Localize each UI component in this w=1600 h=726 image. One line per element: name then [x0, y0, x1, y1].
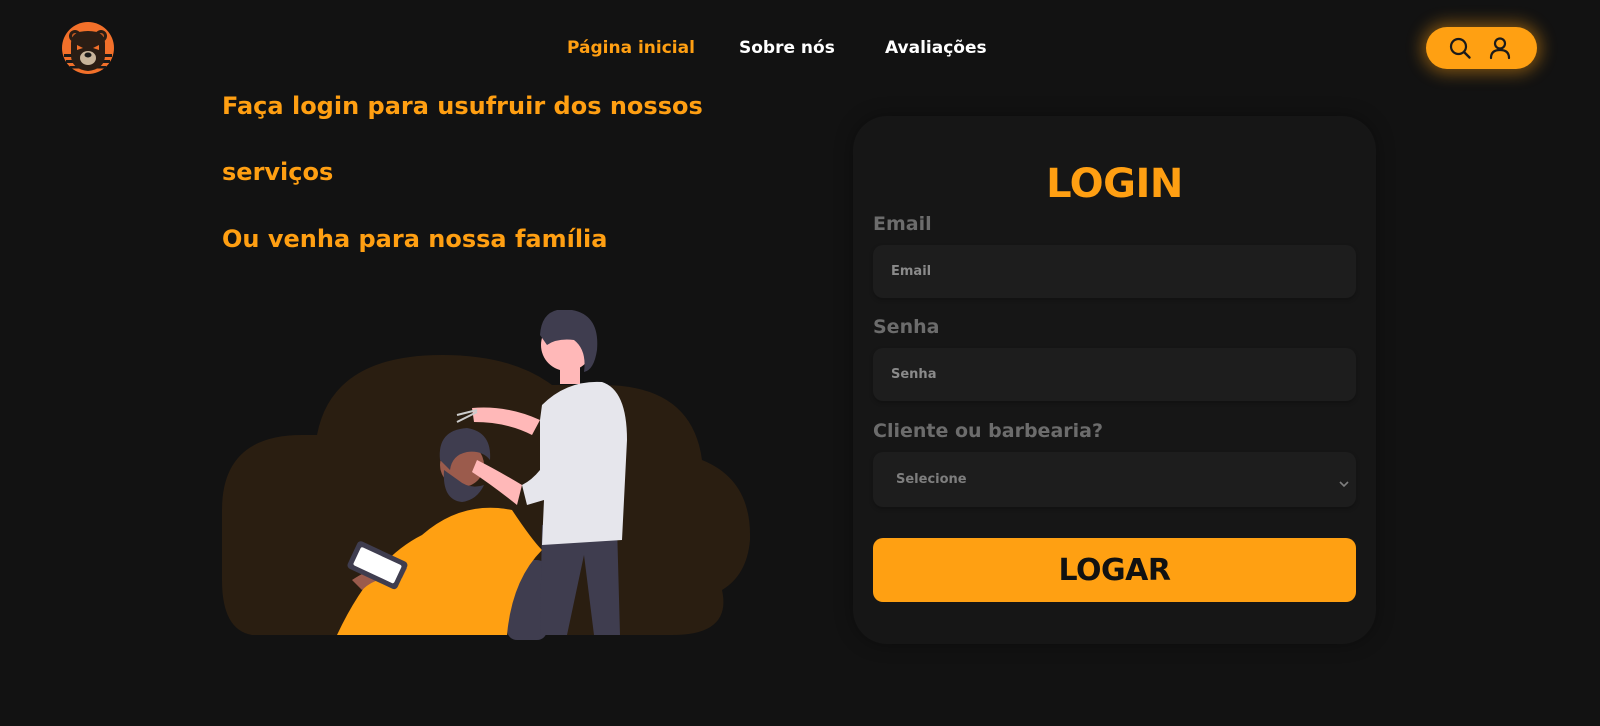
login-submit-button[interactable]: LOGAR — [873, 538, 1356, 602]
account-type-label: Cliente ou barbearia? — [873, 420, 1103, 442]
main-nav: Página inicial Sobre nós Avaliações — [0, 36, 1600, 60]
header-actions — [1426, 27, 1537, 69]
email-field[interactable] — [873, 245, 1356, 298]
nav-link-home[interactable]: Página inicial — [567, 36, 695, 60]
account-type-select[interactable]: Selecione — [873, 452, 1356, 507]
user-icon[interactable] — [1486, 34, 1514, 62]
login-title: LOGIN — [1046, 161, 1183, 207]
hero-line-1: Faça login para usufruir dos nossos — [222, 92, 703, 120]
email-label: Email — [873, 213, 932, 235]
login-card: LOGIN Email Senha Cliente ou barbearia? … — [853, 116, 1376, 644]
hero-line-3: Ou venha para nossa família — [222, 225, 608, 253]
password-field[interactable] — [873, 348, 1356, 401]
chevron-down-icon — [1338, 474, 1350, 488]
account-type-selected: Selecione — [896, 472, 967, 487]
nav-link-reviews[interactable]: Avaliações — [885, 36, 987, 60]
barber-cutting-hair-illustration — [222, 309, 752, 645]
hero-line-2: serviços — [222, 158, 334, 186]
password-label: Senha — [873, 316, 940, 338]
search-icon[interactable] — [1446, 34, 1474, 62]
nav-link-about[interactable]: Sobre nós — [739, 36, 835, 60]
